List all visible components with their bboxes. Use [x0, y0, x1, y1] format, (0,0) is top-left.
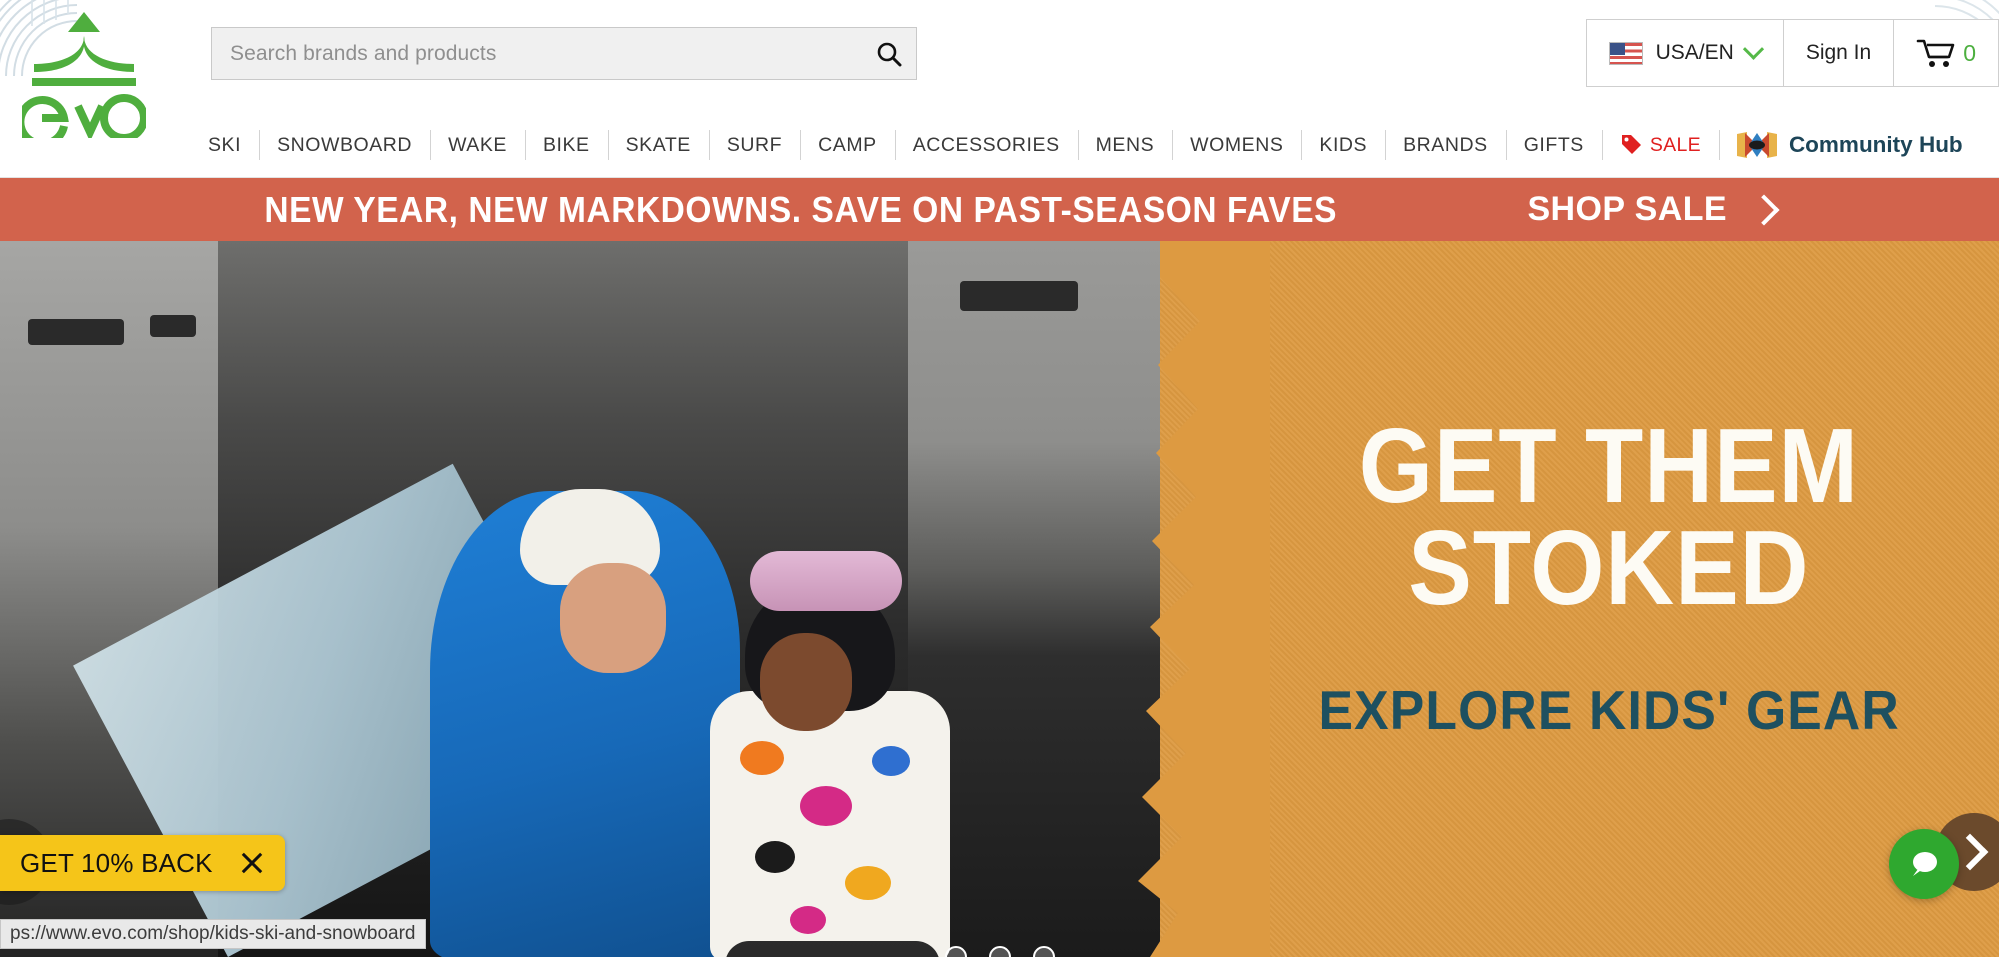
header-top-row: USA/EN Sign In 0	[0, 0, 1999, 138]
nav-label: SKATE	[625, 133, 691, 156]
nav-item-gifts[interactable]: GIFTS	[1505, 128, 1602, 162]
nav-item-skate[interactable]: SKATE	[607, 128, 709, 162]
promo-message: NEW YEAR, NEW MARKDOWNS. SAVE ON PAST-SE…	[264, 188, 1338, 230]
nav-label: BRANDS	[1403, 133, 1488, 156]
hero-copy-block: GET THEM STOKED EXPLORE KIDS' GEAR	[1219, 241, 1999, 957]
nav-item-wake[interactable]: WAKE	[430, 128, 525, 162]
chevron-down-icon	[1742, 38, 1764, 60]
shop-sale-label: SHOP SALE	[1527, 190, 1727, 228]
promo-banner[interactable]: NEW YEAR, NEW MARKDOWNS. SAVE ON PAST-SE…	[0, 178, 1999, 241]
site-header: USA/EN Sign In 0 SKI	[0, 0, 1999, 178]
nav-item-womens[interactable]: WOMENS	[1172, 128, 1301, 162]
nav-item-kids[interactable]: KIDS	[1301, 128, 1385, 162]
nav-item-snowboard[interactable]: SNOWBOARD	[259, 128, 430, 162]
main-navigation: SKI SNOWBOARD WAKE BIKE SKATE SURF CAMP …	[190, 113, 1999, 177]
nav-item-brands[interactable]: BRANDS	[1385, 128, 1506, 162]
nav-label: ACCESSORIES	[912, 133, 1060, 156]
carousel-dot[interactable]	[988, 946, 1011, 957]
hero-headline-line1: GET THEM	[1358, 407, 1860, 526]
search-submit-button[interactable]	[862, 28, 916, 79]
locale-label: USA/EN	[1655, 41, 1734, 64]
search-input[interactable]	[212, 28, 862, 79]
us-flag-icon	[1608, 41, 1643, 65]
nav-item-surf[interactable]: SURF	[708, 128, 800, 162]
hero-subheadline: EXPLORE KIDS' GEAR	[1318, 678, 1900, 741]
status-url-text: ps://www.evo.com/shop/kids-ski-and-snowb…	[10, 923, 416, 944]
hero-headline: GET THEM STOKED	[1359, 413, 1859, 627]
hero-headline-line2: STOKED	[1408, 509, 1810, 627]
utility-nav: USA/EN Sign In 0	[1585, 19, 1999, 87]
carousel-dot[interactable]	[944, 946, 967, 957]
nav-label: SURF	[726, 133, 783, 156]
reward-label: GET 10% BACK	[20, 847, 213, 878]
hero-carousel: GET THEM STOKED EXPLORE KIDS' GEAR Shop …	[0, 241, 1999, 957]
nav-label: SNOWBOARD	[277, 133, 413, 156]
shop-sale-button[interactable]: SHOP SALE	[1527, 190, 1780, 229]
community-badge-icon	[1736, 132, 1777, 158]
nav-item-mens[interactable]: MENS	[1077, 128, 1173, 162]
cart-count: 0	[1963, 39, 1976, 66]
nav-item-community-hub[interactable]: Community Hub	[1718, 128, 1981, 162]
evo-logo[interactable]	[22, 6, 146, 138]
reward-promo-pill[interactable]: GET 10% BACK	[0, 835, 285, 891]
locale-selector[interactable]: USA/EN	[1587, 20, 1784, 86]
carousel-dots	[944, 946, 1055, 957]
nav-item-accessories[interactable]: ACCESSORIES	[894, 128, 1078, 162]
chat-bubble-icon	[1913, 852, 1937, 876]
nav-label: KIDS	[1319, 133, 1368, 156]
nav-label: MENS	[1095, 133, 1155, 156]
nav-label: CAMP	[818, 133, 877, 156]
search-box[interactable]	[211, 27, 917, 80]
carousel-dot[interactable]	[1032, 946, 1055, 957]
nav-item-bike[interactable]: BIKE	[524, 128, 608, 162]
chevron-right-icon	[1748, 193, 1780, 226]
sign-in-button[interactable]: Sign In	[1784, 20, 1895, 86]
search-icon	[877, 42, 902, 66]
nav-label: WOMENS	[1190, 133, 1284, 156]
browser-status-url: ps://www.evo.com/shop/kids-ski-and-snowb…	[0, 919, 426, 949]
page-root: USA/EN Sign In 0 SKI	[0, 0, 1999, 958]
price-tag-icon	[1621, 135, 1641, 154]
nav-label: WAKE	[448, 133, 507, 156]
nav-label: SKI	[208, 133, 242, 156]
nav-label: BIKE	[542, 133, 590, 156]
nav-item-ski[interactable]: SKI	[190, 128, 259, 162]
nav-label: GIFTS	[1523, 133, 1584, 156]
cart-button[interactable]: 0	[1894, 20, 1998, 86]
nav-label-sale: SALE	[1649, 133, 1701, 156]
chat-button[interactable]	[1889, 829, 1959, 899]
nav-item-sale[interactable]: SALE	[1601, 128, 1719, 162]
close-icon[interactable]	[239, 850, 265, 876]
nav-label-community: Community Hub	[1788, 132, 1963, 157]
sign-in-label: Sign In	[1805, 41, 1872, 64]
nav-item-camp[interactable]: CAMP	[800, 128, 895, 162]
shopping-cart-icon	[1916, 39, 1955, 67]
